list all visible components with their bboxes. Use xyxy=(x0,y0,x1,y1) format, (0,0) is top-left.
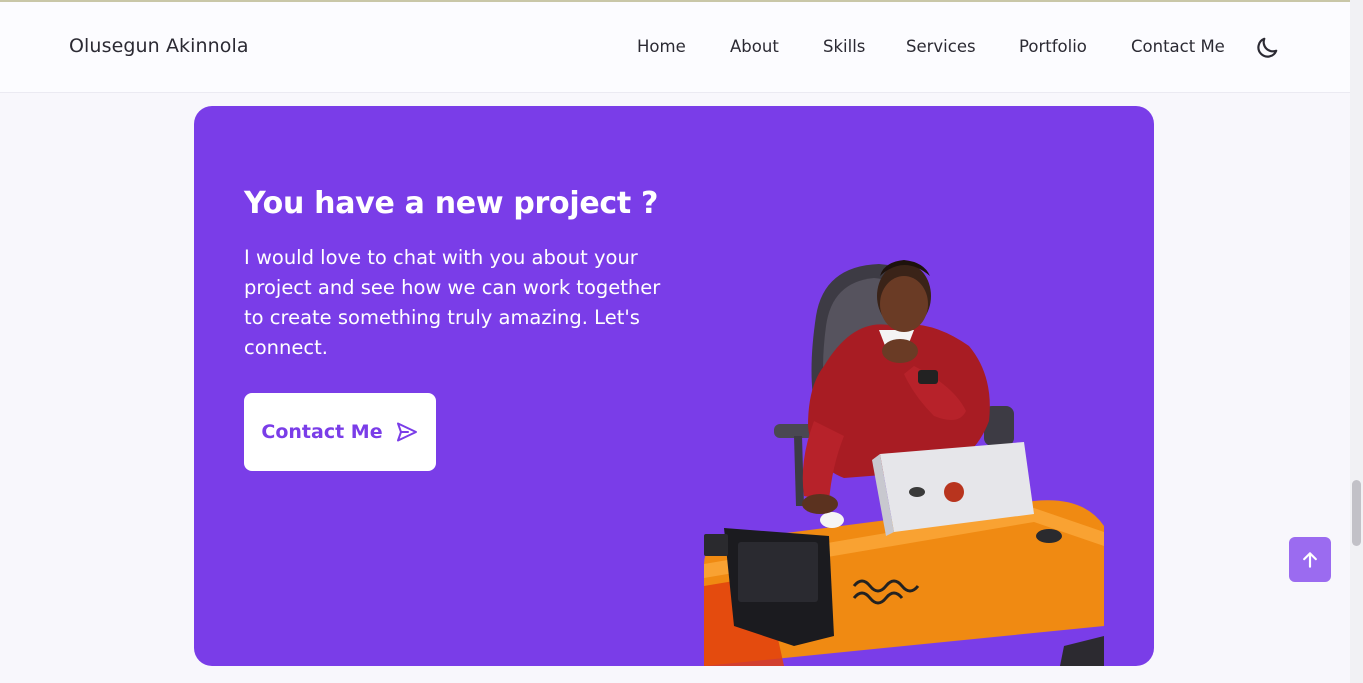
contact-me-button[interactable]: Contact Me xyxy=(244,393,436,471)
arrow-up-icon xyxy=(1303,551,1317,568)
nav-portfolio[interactable]: Portfolio xyxy=(1019,37,1087,56)
contact-me-button-label: Contact Me xyxy=(261,421,383,443)
nav-services[interactable]: Services xyxy=(906,37,976,56)
contact-card: You have a new project ? I would love to… xyxy=(194,106,1154,666)
profile-photo xyxy=(704,260,1104,666)
page-scrollbar[interactable] xyxy=(1350,0,1363,683)
site-header: Olusegun Akinnola Home About Skills Serv… xyxy=(0,2,1350,93)
moon-icon[interactable] xyxy=(1254,35,1280,61)
brand-name[interactable]: Olusegun Akinnola xyxy=(69,35,249,57)
scrollbar-thumb[interactable] xyxy=(1352,480,1361,546)
scroll-to-top-button[interactable] xyxy=(1289,537,1331,582)
send-icon xyxy=(396,422,417,442)
nav-about[interactable]: About xyxy=(730,37,779,56)
nav-home[interactable]: Home xyxy=(637,37,686,56)
nav-contact-me[interactable]: Contact Me xyxy=(1131,37,1225,56)
card-title: You have a new project ? xyxy=(244,186,659,221)
nav-skills[interactable]: Skills xyxy=(823,37,865,56)
card-description: I would love to chat with you about your… xyxy=(244,246,661,359)
